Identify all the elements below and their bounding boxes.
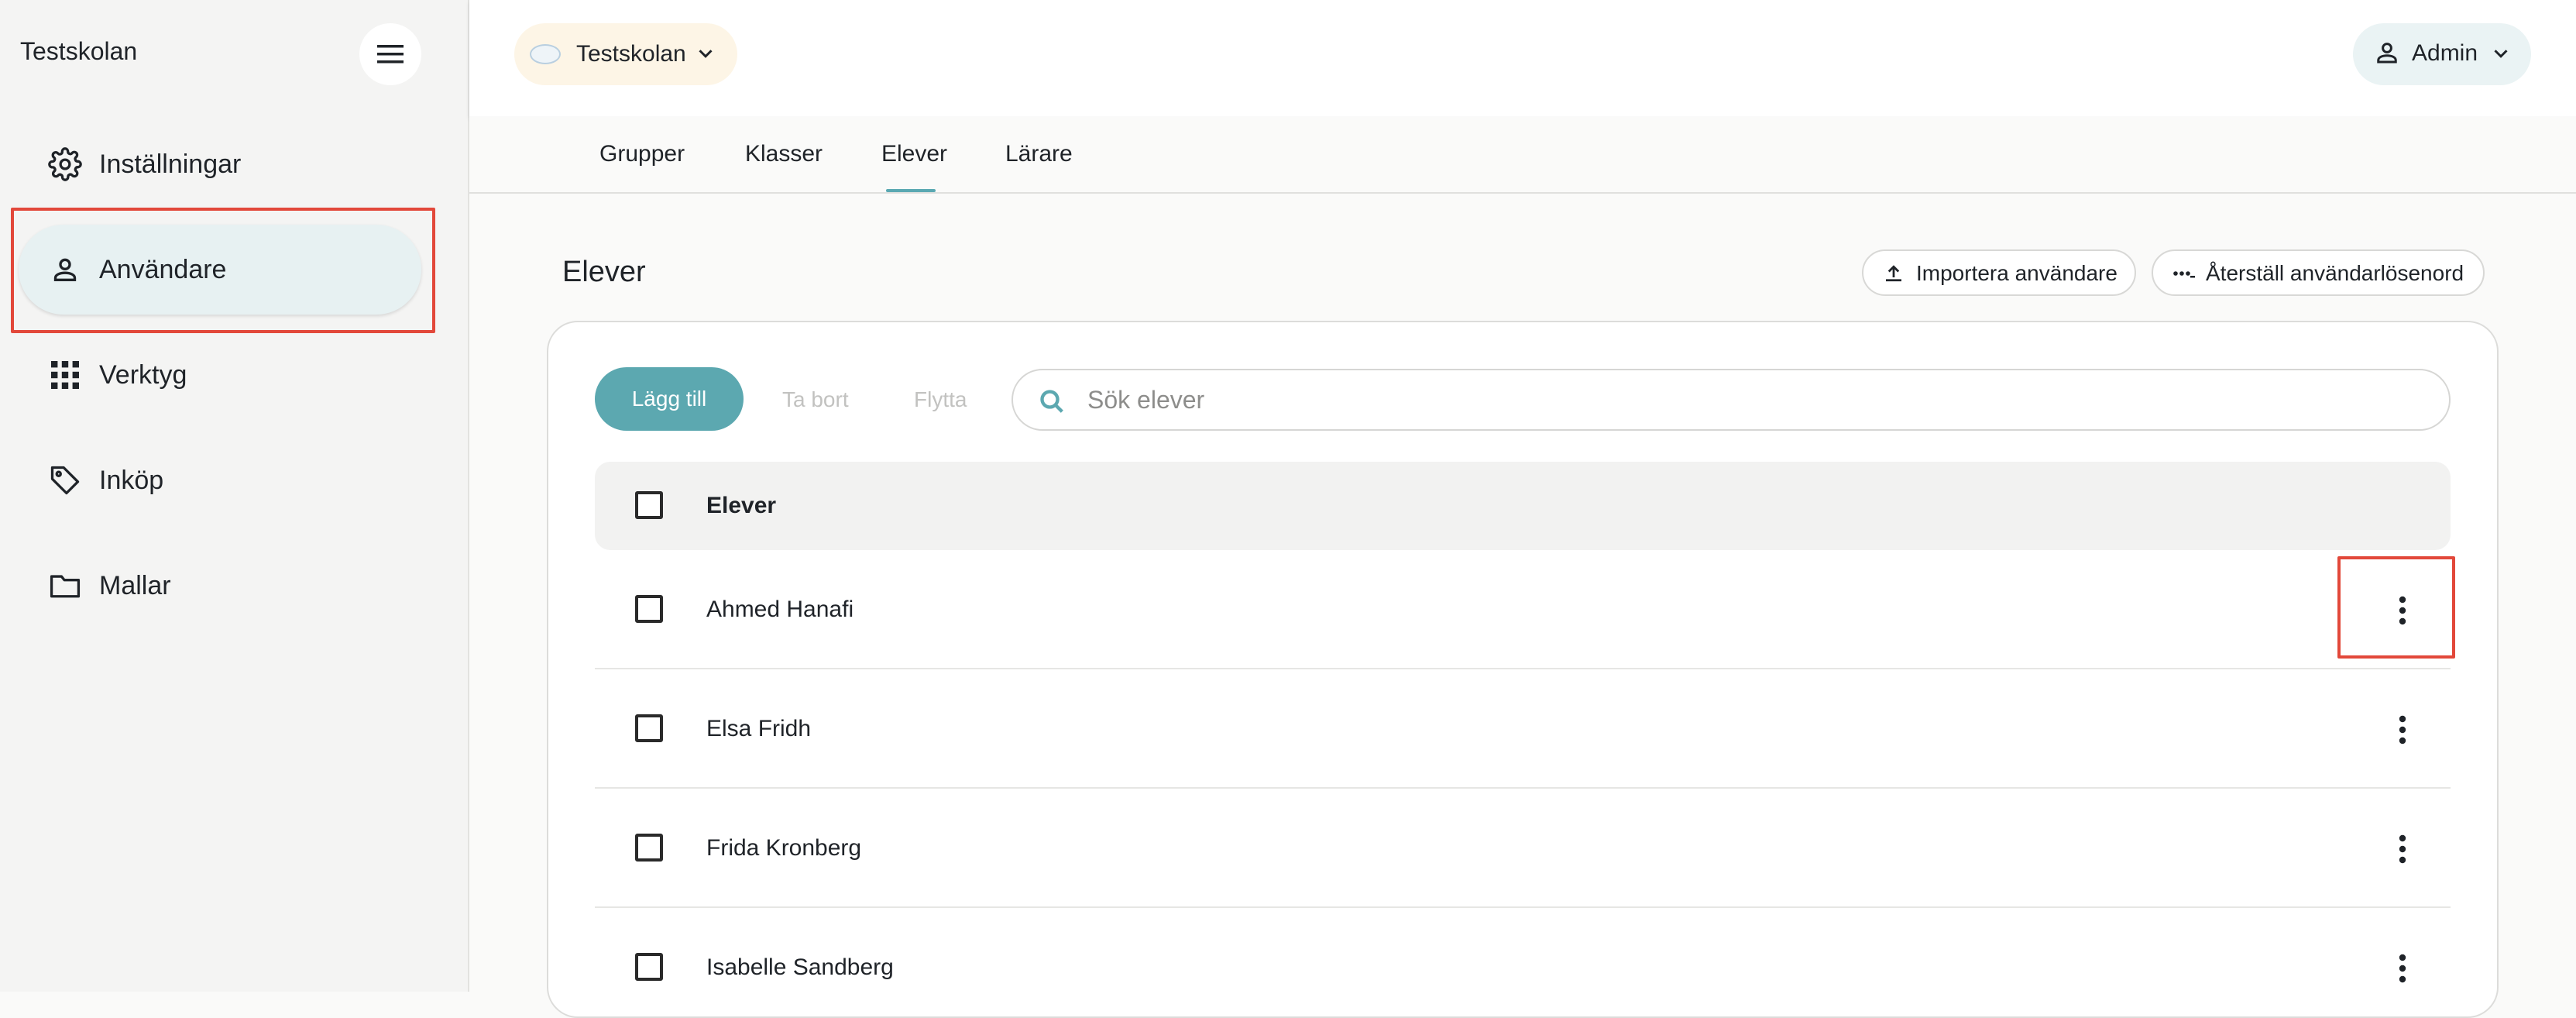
- sidebar-item-label: Inställningar: [99, 149, 242, 179]
- reset-passwords-button[interactable]: Återställ användarlösenord: [2152, 249, 2485, 296]
- more-vertical-icon: [2399, 715, 2406, 745]
- row-actions-button[interactable]: [2385, 827, 2420, 871]
- upload-icon: [1886, 265, 1901, 282]
- sidebar: Testskolan Inställningar Användare Verkt…: [0, 0, 469, 992]
- more-vertical-icon: [2399, 954, 2406, 983]
- tab-larare[interactable]: Lärare: [1005, 141, 1073, 167]
- tab-grupper[interactable]: Grupper: [599, 141, 685, 167]
- hamburger-icon: [377, 45, 404, 64]
- sidebar-item-verktyg[interactable]: Verktyg: [19, 330, 421, 420]
- sidebar-item-inkop[interactable]: Inköp: [19, 435, 421, 525]
- move-button[interactable]: Flytta: [914, 387, 967, 412]
- highlight-annotation-row-actions: [2337, 556, 2455, 659]
- student-name: Frida Kronberg: [706, 835, 862, 861]
- tab-bar: Grupper Klasser Elever Lärare: [469, 116, 2576, 194]
- student-name: Isabelle Sandberg: [706, 954, 894, 980]
- more-vertical-icon: [2399, 834, 2406, 864]
- user-menu-button[interactable]: Admin: [2353, 23, 2531, 85]
- page-title: Elever: [562, 256, 646, 288]
- tab-elever[interactable]: Elever: [881, 141, 947, 167]
- reset-passwords-label: Återställ användarlösenord: [2206, 261, 2464, 285]
- school-selector[interactable]: Testskolan: [514, 23, 737, 85]
- sidebar-item-label: Mallar: [99, 570, 171, 600]
- user-menu-label: Admin: [2412, 40, 2478, 66]
- table-row: Frida Kronberg: [595, 789, 2451, 908]
- highlight-annotation-sidebar: [11, 208, 435, 333]
- student-name: Elsa Fridh: [706, 716, 812, 741]
- folder-icon: [46, 567, 84, 604]
- menu-toggle-button[interactable]: [359, 23, 421, 85]
- chevron-down-icon: [2494, 50, 2508, 58]
- tab-klasser[interactable]: Klasser: [745, 141, 823, 167]
- row-checkbox[interactable]: [635, 953, 663, 981]
- school-logo: [530, 44, 561, 64]
- remove-button[interactable]: Ta bort: [782, 387, 849, 412]
- search-input[interactable]: [1087, 381, 2404, 418]
- top-bar: Testskolan Admin: [469, 0, 2576, 116]
- column-header-elever: Elever: [706, 493, 777, 518]
- student-name: Ahmed Hanafi: [706, 597, 854, 622]
- gear-icon: [46, 146, 84, 183]
- sidebar-item-label: Inköp: [99, 465, 164, 495]
- table-header: Elever: [595, 462, 2451, 550]
- password-dots-icon: [2173, 271, 2195, 278]
- user-icon: [2377, 43, 2397, 64]
- search-field[interactable]: [1012, 369, 2451, 431]
- tag-icon: [46, 462, 84, 499]
- sidebar-item-installningar[interactable]: Inställningar: [19, 119, 421, 209]
- select-all-checkbox[interactable]: [635, 491, 663, 519]
- row-actions-button[interactable]: [2385, 947, 2420, 990]
- grid-icon: [46, 356, 84, 394]
- row-checkbox[interactable]: [635, 834, 663, 862]
- add-button[interactable]: Lägg till: [595, 367, 744, 431]
- row-actions-button[interactable]: [2385, 708, 2420, 751]
- sidebar-item-mallar[interactable]: Mallar: [19, 541, 421, 631]
- sidebar-brand: Testskolan: [20, 37, 138, 65]
- row-checkbox[interactable]: [635, 714, 663, 742]
- import-users-button[interactable]: Importera användare: [1862, 249, 2136, 296]
- table-row: Elsa Fridh: [595, 669, 2451, 789]
- active-tab-indicator: [886, 189, 936, 192]
- table-row: Ahmed Hanafi: [595, 550, 2451, 669]
- row-checkbox[interactable]: [635, 595, 663, 623]
- school-name: Testskolan: [576, 41, 686, 67]
- sidebar-item-label: Verktyg: [99, 359, 187, 390]
- table-row: Isabelle Sandberg: [595, 908, 2451, 992]
- import-users-label: Importera användare: [1916, 261, 2117, 285]
- search-icon: [1040, 390, 1063, 413]
- chevron-down-icon: [699, 50, 713, 58]
